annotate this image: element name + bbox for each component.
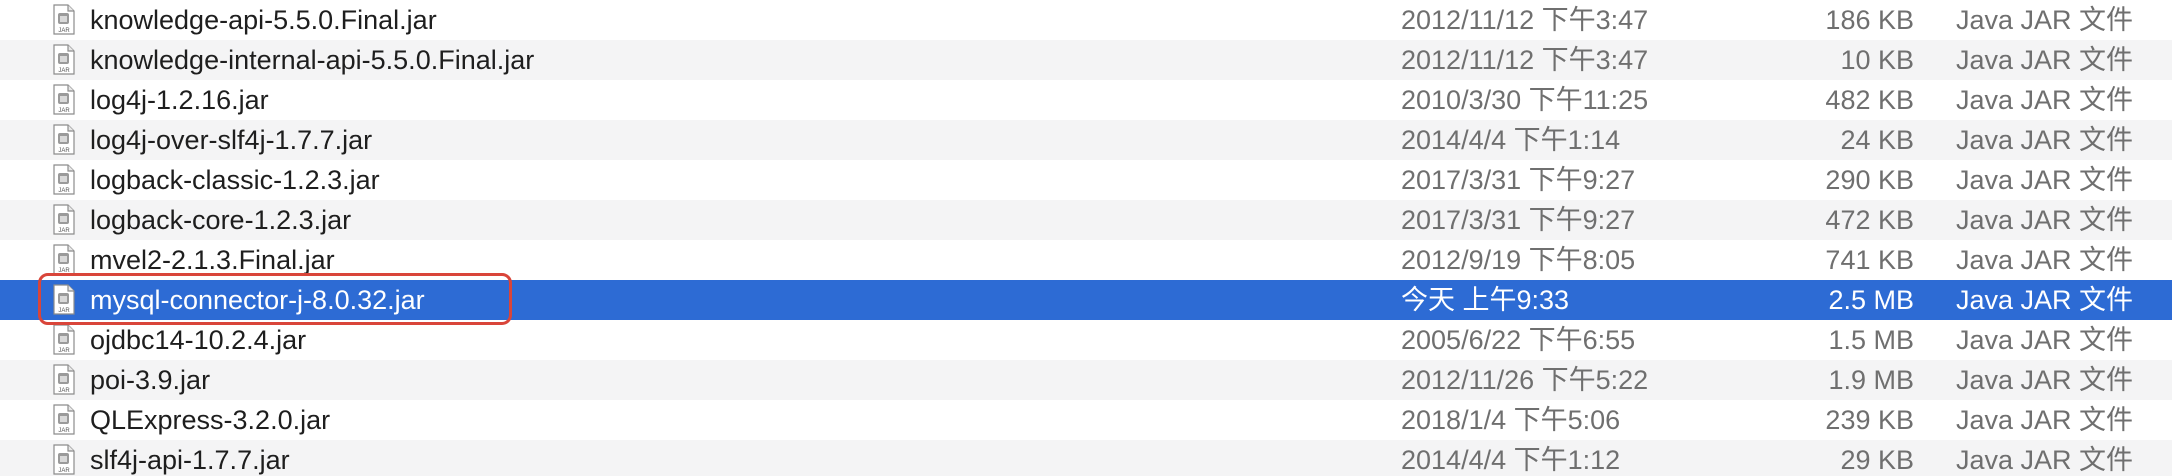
file-kind: Java JAR 文件: [1956, 325, 2134, 355]
file-size: 290 KB: [1825, 165, 1914, 195]
file-kind: Java JAR 文件: [1956, 245, 2134, 275]
jar-icon-label: JAR: [58, 308, 70, 314]
file-name: log4j-over-slf4j-1.7.7.jar: [90, 125, 373, 155]
file-row[interactable]: JAR QLExpress-3.2.0.jar 2018/1/4 下午5:06 …: [0, 400, 2172, 440]
file-row[interactable]: JAR log4j-1.2.16.jar 2010/3/30 下午11:25 4…: [0, 80, 2172, 120]
jar-icon-label: JAR: [58, 428, 70, 434]
file-date: 2017/3/31 下午9:27: [1401, 165, 1636, 195]
file-date: 2010/3/30 下午11:25: [1401, 85, 1649, 115]
file-date: 2012/11/26 下午5:22: [1401, 365, 1649, 395]
file-size: 10 KB: [1840, 45, 1914, 75]
file-kind: Java JAR 文件: [1956, 85, 2134, 115]
file-row[interactable]: JAR logback-core-1.2.3.jar 2017/3/31 下午9…: [0, 200, 2172, 240]
file-size: 1.5 MB: [1828, 325, 1914, 355]
jar-file-icon: JAR: [52, 4, 76, 35]
file-row[interactable]: JAR poi-3.9.jar 2012/11/26 下午5:22 1.9 MB…: [0, 360, 2172, 400]
file-kind: Java JAR 文件: [1956, 45, 2134, 75]
jar-icon-label: JAR: [58, 468, 70, 474]
file-kind: Java JAR 文件: [1956, 365, 2134, 395]
jar-file-icon: JAR: [52, 124, 76, 155]
file-name: poi-3.9.jar: [90, 365, 211, 395]
file-name: ojdbc14-10.2.4.jar: [90, 325, 307, 355]
jar-icon-label: JAR: [58, 388, 70, 394]
jar-icon-label: JAR: [58, 148, 70, 154]
file-size: 29 KB: [1840, 445, 1914, 475]
file-row[interactable]: JAR ojdbc14-10.2.4.jar 2005/6/22 下午6:55 …: [0, 320, 2172, 360]
file-date: 今天 上午9:33: [1401, 285, 1570, 315]
file-row[interactable]: JAR knowledge-internal-api-5.5.0.Final.j…: [0, 40, 2172, 80]
file-kind: Java JAR 文件: [1956, 125, 2134, 155]
file-size: 482 KB: [1825, 85, 1914, 115]
jar-file-icon: JAR: [52, 244, 76, 275]
file-kind: Java JAR 文件: [1956, 5, 2134, 35]
jar-icon-label: JAR: [58, 188, 70, 194]
jar-file-icon: JAR: [52, 284, 76, 315]
file-date: 2014/4/4 下午1:12: [1401, 445, 1621, 475]
file-name: slf4j-api-1.7.7.jar: [90, 445, 290, 475]
jar-file-icon: JAR: [52, 164, 76, 195]
jar-icon-label: JAR: [58, 348, 70, 354]
file-kind: Java JAR 文件: [1956, 205, 2134, 235]
file-name: knowledge-internal-api-5.5.0.Final.jar: [90, 45, 535, 75]
file-row[interactable]: JAR mvel2-2.1.3.Final.jar 2012/9/19 下午8:…: [0, 240, 2172, 280]
jar-file-icon: JAR: [52, 364, 76, 395]
file-size: 24 KB: [1840, 125, 1914, 155]
jar-icon-label: JAR: [58, 268, 70, 274]
file-date: 2018/1/4 下午5:06: [1401, 405, 1621, 435]
file-row[interactable]: JAR logback-classic-1.2.3.jar 2017/3/31 …: [0, 160, 2172, 200]
file-date: 2005/6/22 下午6:55: [1401, 325, 1636, 355]
file-name: log4j-1.2.16.jar: [90, 85, 269, 115]
file-name: mvel2-2.1.3.Final.jar: [90, 245, 335, 275]
file-name: QLExpress-3.2.0.jar: [90, 405, 331, 435]
jar-icon-label: JAR: [58, 28, 70, 34]
jar-file-icon: JAR: [52, 204, 76, 235]
file-name: mysql-connector-j-8.0.32.jar: [90, 285, 425, 315]
file-row[interactable]: JAR knowledge-api-5.5.0.Final.jar 2012/1…: [0, 0, 2172, 40]
file-kind: Java JAR 文件: [1956, 165, 2134, 195]
file-size: 2.5 MB: [1828, 285, 1914, 315]
file-size: 186 KB: [1825, 5, 1914, 35]
file-name: logback-classic-1.2.3.jar: [90, 165, 380, 195]
jar-file-icon: JAR: [52, 324, 76, 355]
jar-icon-label: JAR: [58, 108, 70, 114]
file-date: 2012/11/12 下午3:47: [1401, 45, 1649, 75]
file-date: 2012/11/12 下午3:47: [1401, 5, 1649, 35]
jar-file-icon: JAR: [52, 84, 76, 115]
file-size: 239 KB: [1825, 405, 1914, 435]
jar-icon-label: JAR: [58, 228, 70, 234]
file-size: 1.9 MB: [1828, 365, 1914, 395]
file-kind: Java JAR 文件: [1956, 285, 2134, 315]
file-row[interactable]: JAR slf4j-api-1.7.7.jar 2014/4/4 下午1:12 …: [0, 440, 2172, 476]
file-row[interactable]: JAR log4j-over-slf4j-1.7.7.jar 2014/4/4 …: [0, 120, 2172, 160]
file-kind: Java JAR 文件: [1956, 445, 2134, 475]
jar-file-icon: JAR: [52, 44, 76, 75]
file-row-selected[interactable]: JAR mysql-connector-j-8.0.32.jar 今天 上午9:…: [0, 280, 2172, 320]
file-date: 2012/9/19 下午8:05: [1401, 245, 1636, 275]
jar-file-icon: JAR: [52, 404, 76, 435]
file-name: logback-core-1.2.3.jar: [90, 205, 352, 235]
file-date: 2017/3/31 下午9:27: [1401, 205, 1636, 235]
file-kind: Java JAR 文件: [1956, 405, 2134, 435]
file-size: 741 KB: [1825, 245, 1914, 275]
file-name: knowledge-api-5.5.0.Final.jar: [90, 5, 437, 35]
file-list: JAR knowledge-api-5.5.0.Final.jar 2012/1…: [0, 0, 2172, 476]
jar-file-icon: JAR: [52, 444, 76, 475]
jar-icon-label: JAR: [58, 68, 70, 74]
file-size: 472 KB: [1825, 205, 1914, 235]
file-date: 2014/4/4 下午1:14: [1401, 125, 1621, 155]
